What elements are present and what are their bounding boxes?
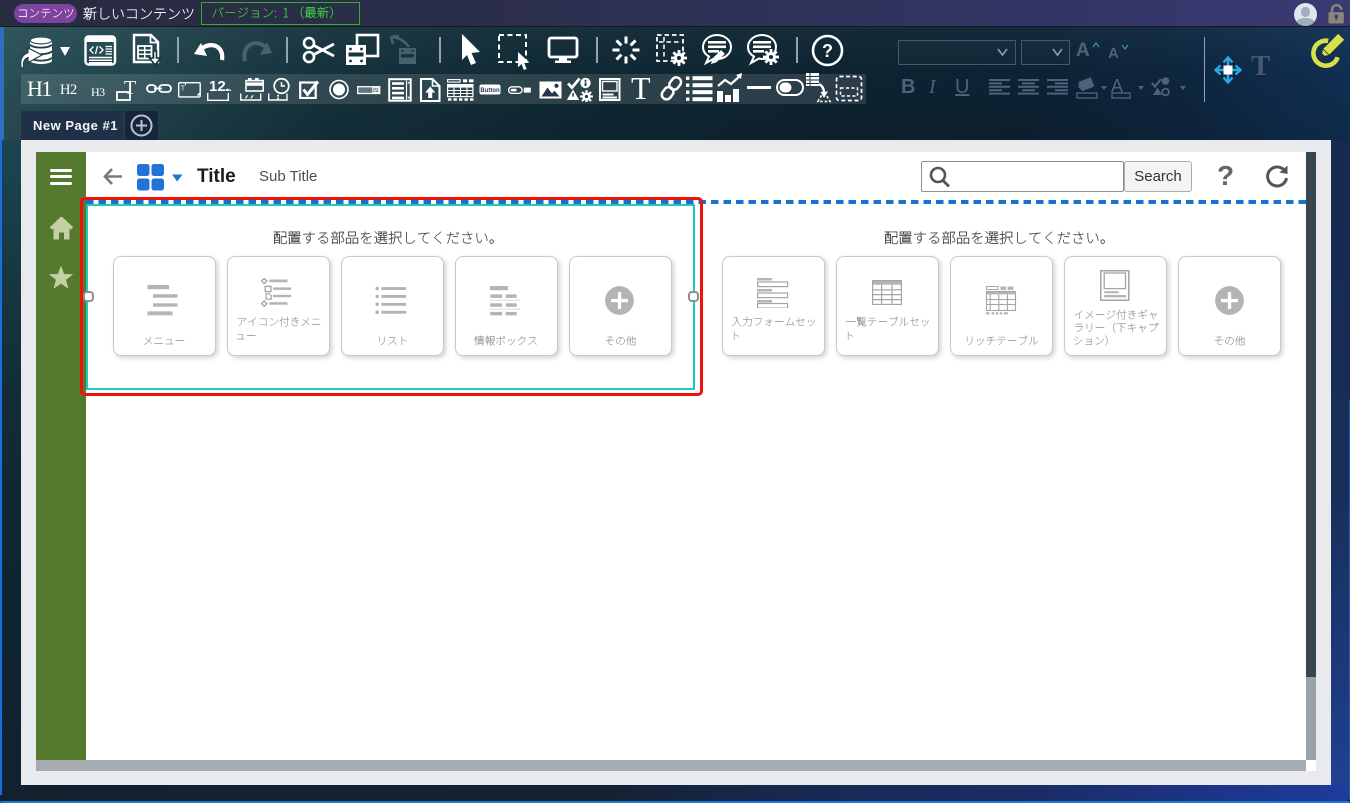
svg-text:?: ?: [822, 41, 833, 61]
svg-text:T: T: [181, 86, 186, 93]
svg-text:Button: Button: [480, 88, 500, 94]
